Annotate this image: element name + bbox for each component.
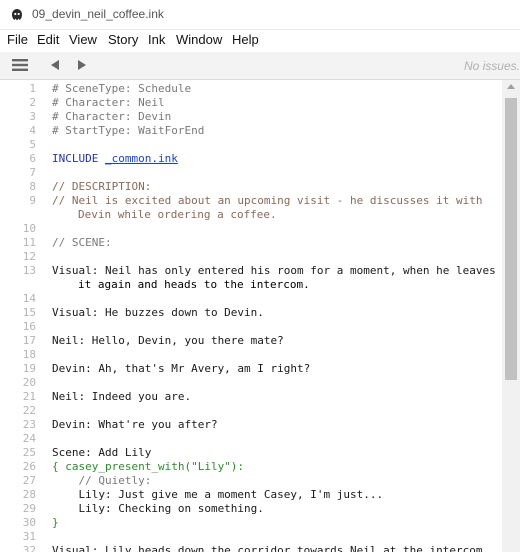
line-number: 14 — [22, 292, 36, 305]
menu-view[interactable]: View — [69, 32, 97, 47]
code-token: Visual: Neil has only entered his room f… — [52, 264, 496, 277]
menu-file[interactable]: File — [7, 32, 28, 47]
line-number: 6 — [29, 152, 36, 165]
line-number: 3 — [29, 110, 36, 123]
code-line: # StartType: WaitForEnd — [52, 124, 204, 138]
line-number: 20 — [22, 376, 36, 389]
code-token: Neil: Hello, Devin, you there mate? — [52, 334, 284, 347]
code-token: Lily: Checking on something. — [52, 502, 264, 515]
menu-bar: File Edit View Story Ink Window Help — [0, 30, 520, 52]
scrollbar-thumb[interactable] — [505, 98, 517, 380]
code-line: // SCENE: — [52, 236, 112, 250]
menu-edit[interactable]: Edit — [37, 32, 59, 47]
code-line: Devin: Ah, that's Mr Avery, am I right? — [52, 362, 310, 376]
forward-arrow-icon[interactable] — [76, 56, 88, 74]
line-number: 31 — [22, 530, 36, 543]
line-number: 17 — [22, 334, 36, 347]
line-number: 18 — [22, 348, 36, 361]
line-number: 25 — [22, 446, 36, 459]
code-editor[interactable]: 1 # SceneType: Schedule 2 # Character: Neil… — [0, 80, 502, 552]
code-line: // DESCRIPTION: — [52, 180, 151, 194]
line-number: 7 — [29, 166, 36, 179]
code-line: Neil: Indeed you are. — [52, 390, 191, 404]
code-line: } — [52, 516, 59, 530]
code-line: Visual: Neil has only entered his room f… — [52, 264, 496, 278]
code-line: # Character: Devin — [52, 110, 171, 124]
line-number: 27 — [22, 474, 36, 487]
code-token: INCLUDE — [52, 152, 105, 165]
line-number: 16 — [22, 320, 36, 333]
code-line: Visual: He buzzes down to Devin. — [52, 306, 264, 320]
window-title: 09_devin_neil_coffee.ink — [32, 7, 164, 21]
line-number: 2 — [29, 96, 36, 109]
code-token: // Quietly: — [52, 474, 152, 487]
line-number: 29 — [22, 502, 36, 515]
code-token: { casey_present_with("Lily"): — [52, 460, 245, 473]
code-line: Lily: Checking on something. — [52, 502, 264, 516]
line-number: 30 — [22, 516, 36, 529]
toolbar: No issues. — [0, 52, 520, 80]
code-line: Neil: Hello, Devin, you there mate? — [52, 334, 284, 348]
code-token: // DESCRIPTION: — [52, 180, 152, 193]
code-token: // SCENE: — [52, 236, 112, 249]
code-line: # Character: Neil — [52, 96, 165, 110]
code-token: Lily: Just give me a moment Casey, I'm j… — [52, 488, 384, 501]
line-number: 4 — [29, 124, 36, 137]
code-token: # SceneType: Schedule — [52, 82, 192, 95]
line-number: 13 — [22, 264, 36, 277]
code-line: Lily: Just give me a moment Casey, I'm j… — [52, 488, 383, 502]
hamburger-menu-icon[interactable] — [11, 56, 29, 74]
code-token: # StartType: WaitForEnd — [52, 124, 205, 137]
back-arrow-icon[interactable] — [49, 56, 61, 74]
code-token: // Neil is excited about an upcoming vis… — [52, 194, 483, 207]
code-line: // Quietly: — [52, 474, 151, 488]
line-number: 9 — [29, 194, 36, 207]
code-token: Devin: Ah, that's Mr Avery, am I right? — [52, 362, 311, 375]
scroll-up-arrow-icon[interactable] — [507, 84, 515, 89]
menu-ink[interactable]: Ink — [148, 32, 165, 47]
line-number: 10 — [22, 222, 36, 235]
menu-window[interactable]: Window — [176, 32, 222, 47]
include-link[interactable]: _common.ink — [105, 152, 178, 165]
line-number: 1 — [29, 82, 36, 95]
line-number: 19 — [22, 362, 36, 375]
line-number: 23 — [22, 418, 36, 431]
title-bar: 09_devin_neil_coffee.ink — [0, 0, 520, 30]
code-line: INCLUDE _common.ink — [52, 152, 178, 166]
inky-app-icon — [12, 9, 22, 21]
menu-story[interactable]: Story — [108, 32, 138, 47]
code-token: Visual: He buzzes down to Devin. — [52, 306, 264, 319]
code-token: Visual: Lily heads down the corridor tow… — [52, 544, 483, 552]
vertical-scrollbar[interactable] — [502, 80, 520, 552]
line-number: 12 — [22, 250, 36, 263]
code-line: { casey_present_with("Lily"): — [52, 460, 244, 474]
line-number: 11 — [22, 236, 36, 249]
code-line: Visual: Lily heads down the corridor tow… — [52, 544, 482, 552]
line-number: 26 — [22, 460, 36, 473]
line-number: 32 — [22, 544, 36, 552]
code-line: Devin: What're you after? — [52, 418, 218, 432]
code-token: } — [52, 516, 59, 529]
code-token: Scene: Add Lily — [52, 446, 152, 459]
line-number: 28 — [22, 488, 36, 501]
code-token: # Character: Neil — [52, 96, 165, 109]
code-token: Devin: What're you after? — [52, 418, 218, 431]
line-number: 21 — [22, 390, 36, 403]
issues-status: No issues. — [463, 59, 520, 73]
code-line: # SceneType: Schedule — [52, 82, 191, 96]
code-line: // Neil is excited about an upcoming vis… — [52, 194, 482, 208]
code-token: Neil: Indeed you are. — [52, 390, 192, 403]
line-number: 24 — [22, 432, 36, 445]
code-line: Scene: Add Lily — [52, 446, 151, 460]
code-token: # Character: Devin — [52, 110, 172, 123]
code-line-wrap: Devin while ordering a coffee. — [78, 208, 277, 221]
menu-help[interactable]: Help — [232, 32, 259, 47]
code-line-wrap: it again and heads to the intercom. — [78, 278, 310, 291]
line-number: 8 — [29, 180, 36, 193]
line-number: 15 — [22, 306, 36, 319]
line-number: 5 — [29, 138, 36, 151]
line-number: 22 — [22, 404, 36, 417]
